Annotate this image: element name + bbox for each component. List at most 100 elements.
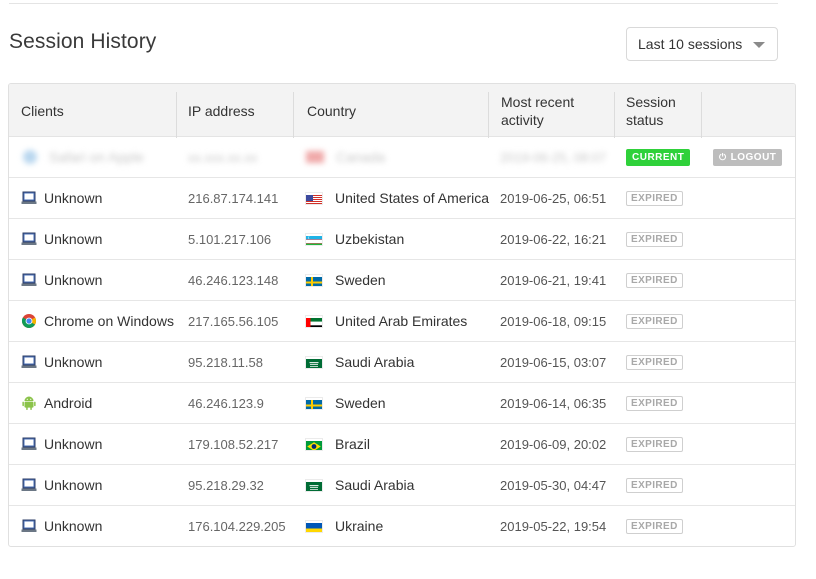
table-row: Unknown 176.104.229.205 Ukraine 2019-05-22,… bbox=[9, 506, 795, 546]
top-divider bbox=[9, 3, 778, 4]
country-name: Saudi Arabia bbox=[335, 477, 415, 493]
country-cell: Canada bbox=[306, 137, 385, 177]
column-header-ip: IP address bbox=[188, 102, 255, 119]
status-badge-expired: EXPIRED bbox=[626, 190, 683, 206]
activity-date: 2019-06-18, 09:15 bbox=[500, 313, 607, 329]
country-cell: Saudi Arabia bbox=[306, 465, 414, 505]
client-cell: Unknown bbox=[21, 219, 102, 259]
ip-cell: 46.246.123.148 bbox=[188, 260, 278, 300]
client-cell: Unknown bbox=[21, 260, 102, 300]
laptop-icon bbox=[21, 477, 37, 493]
ip-address: 46.246.123.148 bbox=[188, 272, 279, 288]
activity-date: 2019-05-22, 19:54 bbox=[500, 518, 607, 534]
status-cell: EXPIRED bbox=[626, 342, 683, 382]
laptop-icon bbox=[21, 231, 37, 247]
ip-cell: 5.101.217.106 bbox=[188, 219, 271, 259]
status-badge-expired: EXPIRED bbox=[626, 477, 683, 493]
client-cell: Unknown bbox=[21, 465, 102, 505]
table-row: Chrome on Windows 217.165.56.105 United Ar… bbox=[9, 301, 795, 342]
table-row: Unknown 95.218.11.58 Saudi Arabia 2019-06-1… bbox=[9, 342, 795, 383]
date-cell: 2019-06-14, 06:35 bbox=[500, 383, 606, 423]
status-cell: EXPIRED bbox=[626, 260, 683, 300]
ip-cell: 46.246.123.9 bbox=[188, 383, 264, 423]
country-cell: Uzbekistan bbox=[306, 219, 404, 259]
status-cell: EXPIRED bbox=[626, 219, 683, 259]
status-badge-expired: EXPIRED bbox=[626, 272, 683, 288]
ip-address: 95.218.11.58 bbox=[188, 354, 263, 370]
ip-address: 95.218.29.32 bbox=[188, 477, 264, 493]
sessions-filter-dropdown[interactable]: Last 10 sessions bbox=[626, 27, 778, 61]
activity-date: 2019-05-30, 04:47 bbox=[500, 477, 607, 493]
date-cell: 2019-06-21, 19:41 bbox=[500, 260, 606, 300]
table-row: Unknown 95.218.29.32 Saudi Arabia 2019-05-3… bbox=[9, 465, 795, 506]
status-badge-expired: EXPIRED bbox=[626, 518, 683, 534]
flag-br-icon bbox=[306, 439, 322, 450]
client-name: Unknown bbox=[44, 190, 103, 206]
country-name: Sweden bbox=[335, 395, 386, 411]
laptop-icon bbox=[21, 272, 37, 288]
client-name: Unknown bbox=[44, 477, 103, 493]
activity-date: 2019-06-15, 03:07 bbox=[500, 354, 607, 370]
client-cell: Unknown bbox=[21, 424, 102, 464]
status-cell: CURRENT bbox=[626, 137, 691, 177]
table-row: Unknown 216.87.174.141 United States of Am… bbox=[9, 178, 795, 219]
sessions-filter-value: Last 10 sessions bbox=[638, 36, 743, 52]
client-name: Unknown bbox=[44, 231, 103, 247]
country-cell: Brazil bbox=[306, 424, 370, 464]
status-badge-expired: EXPIRED bbox=[626, 354, 683, 370]
ip-address: 5.101.217.106 bbox=[188, 231, 272, 247]
date-cell: 2019-05-22, 19:54 bbox=[500, 506, 606, 546]
status-cell: EXPIRED bbox=[626, 383, 683, 423]
country-cell: Saudi Arabia bbox=[306, 342, 414, 382]
column-header-activity: Most recent activity bbox=[501, 93, 575, 128]
client-cell: Unknown bbox=[21, 506, 102, 546]
client-cell: Chrome on Windows bbox=[21, 301, 174, 341]
activity-date: 2019-06-14, 06:35 bbox=[500, 395, 607, 411]
laptop-icon bbox=[21, 436, 37, 452]
country-name: Saudi Arabia bbox=[335, 354, 415, 370]
laptop-icon bbox=[21, 190, 37, 206]
flag-sa-icon bbox=[306, 357, 322, 368]
status-badge-expired: EXPIRED bbox=[626, 436, 683, 452]
status-badge-expired: EXPIRED bbox=[626, 231, 683, 247]
flag-ua-icon bbox=[306, 521, 322, 532]
column-divider bbox=[293, 92, 294, 138]
flag-se-icon bbox=[306, 398, 322, 409]
country-name: Sweden bbox=[335, 272, 386, 288]
status-badge-expired: EXPIRED bbox=[626, 313, 683, 329]
client-name: Unknown bbox=[44, 518, 103, 534]
ip-address: 46.246.123.9 bbox=[188, 395, 264, 411]
chevron-down-icon bbox=[753, 42, 765, 48]
laptop-icon bbox=[21, 518, 37, 534]
activity-date: 2019-06-25, 06:51 bbox=[500, 190, 607, 206]
country-cell: Sweden bbox=[306, 383, 386, 423]
client-name: Android bbox=[44, 395, 93, 411]
ip-address: 217.165.56.105 bbox=[188, 313, 279, 329]
table-row: Unknown 46.246.123.148 Sweden 2019-06-21, 1… bbox=[9, 260, 795, 301]
chrome-icon bbox=[21, 313, 37, 329]
column-header-clients: Clients bbox=[21, 102, 64, 119]
ip-address: 176.104.229.205 bbox=[188, 518, 286, 534]
country-cell: United States of America bbox=[306, 178, 489, 218]
ip-cell: 176.104.229.205 bbox=[188, 506, 286, 546]
action-cell: ⏻ LOGOUT bbox=[713, 137, 783, 177]
country-cell: United Arab Emirates bbox=[306, 301, 467, 341]
date-cell: 2019-05-30, 04:47 bbox=[500, 465, 606, 505]
status-cell: EXPIRED bbox=[626, 424, 683, 464]
ip-cell: 217.165.56.105 bbox=[188, 301, 278, 341]
ip-address: 179.108.52.217 bbox=[188, 436, 279, 452]
client-cell: Android bbox=[21, 383, 92, 423]
flag-se-icon bbox=[306, 275, 322, 286]
country-name: Ukraine bbox=[335, 518, 384, 534]
date-cell: 2019-06-18, 09:15 bbox=[500, 301, 606, 341]
android-icon bbox=[21, 395, 37, 411]
date-cell: 2019-06-09, 20:02 bbox=[500, 424, 606, 464]
date-cell: 2019-06-15, 03:07 bbox=[500, 342, 606, 382]
client-name: Unknown bbox=[44, 272, 103, 288]
logout-button[interactable]: ⏻ LOGOUT bbox=[713, 148, 783, 166]
country-name: Brazil bbox=[335, 436, 371, 452]
status-cell: EXPIRED bbox=[626, 506, 683, 546]
table-header: Clients IP address Country Most recent ac… bbox=[9, 84, 795, 138]
flag-ae-icon bbox=[306, 316, 322, 327]
flag-uz-icon bbox=[306, 234, 322, 245]
